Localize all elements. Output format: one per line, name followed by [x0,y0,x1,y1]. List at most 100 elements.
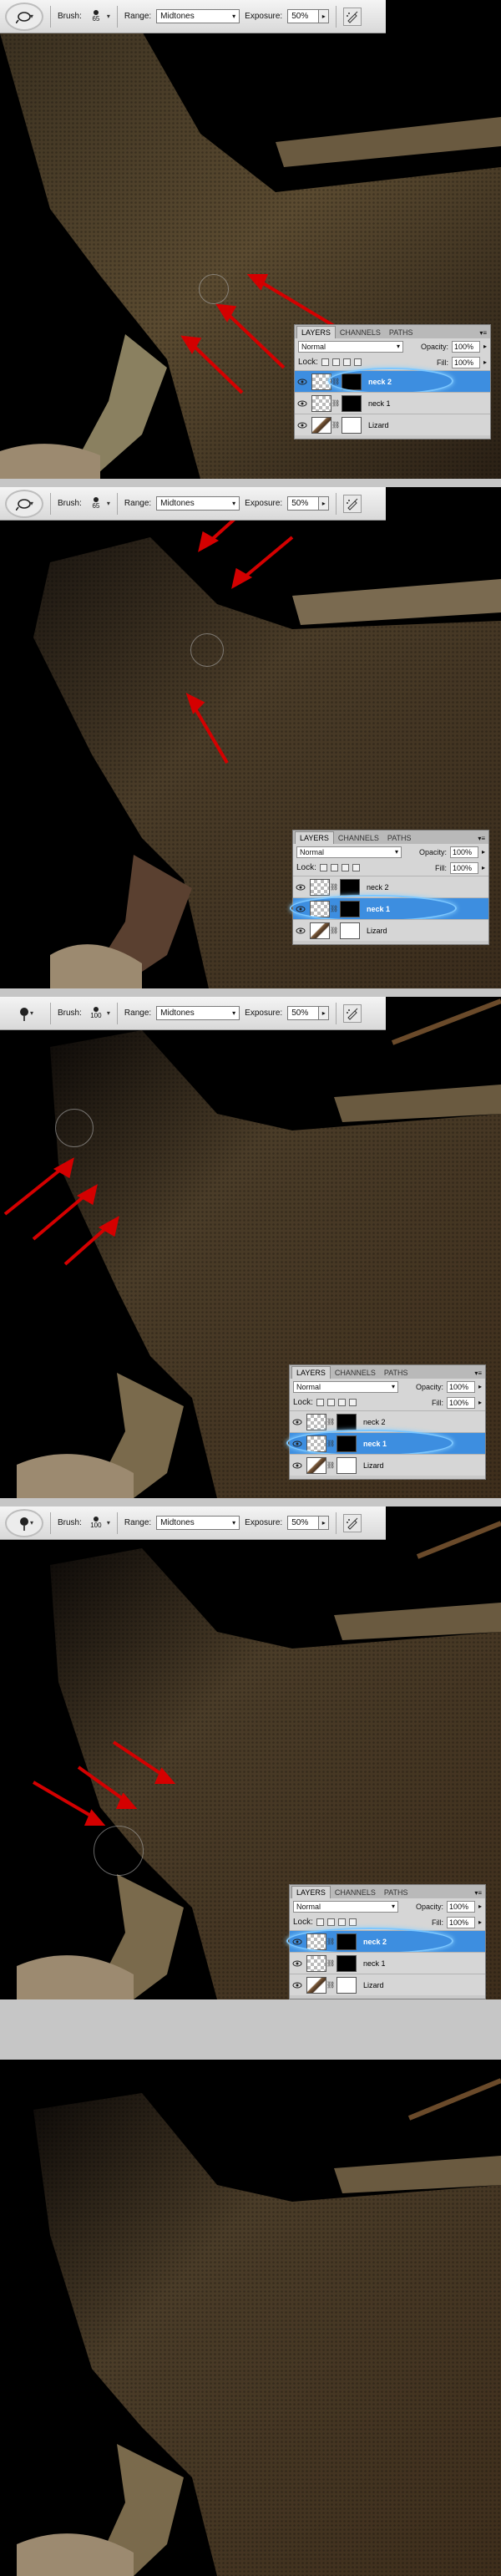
layer-row-lizard[interactable]: ⛓ Lizard [295,414,490,435]
chevron-right-icon[interactable]: ▸ [482,848,485,856]
panel-menu-icon[interactable]: ▾≡ [474,833,488,844]
lock-transparency-icon[interactable] [321,358,329,366]
eye-icon[interactable] [291,1936,303,1948]
chevron-right-icon[interactable]: ▸ [478,1399,482,1406]
fill-input[interactable]: 100% [446,1396,475,1409]
panel-menu-icon[interactable]: ▾≡ [471,1368,485,1379]
tab-channels[interactable]: CHANNELS [331,1367,380,1379]
tab-channels[interactable]: CHANNELS [331,1887,380,1898]
chevron-right-icon[interactable]: ▸ [483,343,487,350]
eye-icon[interactable] [291,1958,303,1969]
tab-channels[interactable]: CHANNELS [334,832,383,844]
tab-layers[interactable]: LAYERS [296,326,336,338]
tab-paths[interactable]: PATHS [380,1367,412,1379]
tab-paths[interactable]: PATHS [383,832,416,844]
airbrush-icon[interactable] [343,1003,362,1023]
eye-icon[interactable] [291,1460,303,1471]
lock-all-icon[interactable] [348,1918,357,1926]
layer-mask-thumbnail[interactable] [342,394,362,412]
chevron-down-icon[interactable]: ▾ [107,13,110,20]
tool-preset-picker[interactable]: ▾ [5,999,43,1028]
layer-mask-thumbnail[interactable] [337,1456,357,1474]
tool-preset-picker[interactable]: ▾ [5,2,43,31]
opacity-input[interactable]: 100% [446,1380,475,1393]
airbrush-icon[interactable] [343,1513,362,1532]
lock-position-icon[interactable] [342,358,351,366]
brush-picker[interactable]: 65 [87,496,105,511]
brush-picker[interactable]: 100 [87,1006,105,1020]
tab-layers[interactable]: LAYERS [291,1886,331,1898]
layer-row-lizard[interactable]: ⛓ Lizard [290,1974,485,1995]
lock-position-icon[interactable] [337,1918,346,1926]
range-select[interactable]: Midtones ▾ [156,496,240,511]
layer-mask-thumbnail[interactable] [340,922,360,939]
layer-row-neck-2[interactable]: ⛓ neck 2 [286,1928,485,1954]
chevron-right-icon[interactable]: ▸ [478,1918,482,1926]
chevron-down-icon[interactable]: ▾ [107,1519,110,1527]
chevron-right-icon[interactable]: ▸ [478,1383,482,1390]
tool-preset-picker[interactable]: ▾ [5,1508,43,1537]
lock-pixels-icon[interactable] [331,358,340,366]
eye-icon[interactable] [291,1979,303,1991]
exposure-input[interactable]: 50% [287,9,320,23]
blend-mode-select[interactable]: Normal ▾ [296,846,402,858]
opacity-input[interactable]: 100% [449,846,478,858]
layer-mask-thumbnail[interactable] [337,1954,357,1972]
eye-icon[interactable] [295,882,306,893]
layer-row-neck-1[interactable]: ⛓ neck 1 [290,895,488,922]
exposure-slider-toggle[interactable]: ▸ [319,496,330,511]
chevron-right-icon[interactable]: ▸ [482,864,485,871]
layer-row-neck-2[interactable]: ⛓ neck 2 [295,368,490,394]
fill-input[interactable]: 100% [446,1916,475,1928]
eye-icon[interactable] [295,903,306,915]
layer-row-neck-2[interactable]: ⛓ neck 2 [293,876,488,897]
airbrush-icon[interactable] [343,7,362,26]
tab-layers[interactable]: LAYERS [291,1366,331,1379]
eye-icon[interactable] [295,925,306,937]
lock-pixels-icon[interactable] [326,1399,335,1406]
lock-position-icon[interactable] [341,864,349,871]
range-select[interactable]: Midtones ▾ [156,1006,240,1020]
exposure-input[interactable]: 50% [287,496,320,511]
layer-mask-thumbnail[interactable] [337,1976,357,1994]
lock-all-icon[interactable] [353,358,362,366]
lock-all-icon[interactable] [348,1399,357,1406]
panel-menu-icon[interactable]: ▾≡ [471,1888,485,1898]
lock-transparency-icon[interactable] [316,1399,324,1406]
layer-mask-thumbnail[interactable] [337,1933,357,1950]
lock-all-icon[interactable] [352,864,360,871]
layer-mask-thumbnail[interactable] [342,416,362,434]
eye-icon[interactable] [296,419,308,431]
fill-input[interactable]: 100% [451,356,480,368]
chevron-down-icon[interactable]: ▾ [107,1009,110,1017]
layer-mask-thumbnail[interactable] [340,878,360,896]
chevron-right-icon[interactable]: ▸ [478,1903,482,1910]
exposure-input[interactable]: 50% [287,1006,320,1020]
tab-paths[interactable]: PATHS [380,1887,412,1898]
lock-position-icon[interactable] [337,1399,346,1406]
eye-icon[interactable] [296,398,308,409]
range-select[interactable]: Midtones ▾ [156,1516,240,1530]
opacity-input[interactable]: 100% [451,340,480,353]
layer-mask-thumbnail[interactable] [342,373,362,390]
layer-row-neck-2[interactable]: ⛓ neck 2 [290,1410,485,1432]
layer-mask-thumbnail[interactable] [337,1413,357,1430]
lock-pixels-icon[interactable] [326,1918,335,1926]
lock-transparency-icon[interactable] [316,1918,324,1926]
layer-row-lizard[interactable]: ⛓ Lizard [293,919,488,941]
tab-channels[interactable]: CHANNELS [336,327,385,338]
tool-preset-picker[interactable]: ▾ [5,489,43,518]
exposure-input[interactable]: 50% [287,1516,320,1530]
lock-transparency-icon[interactable] [319,864,327,871]
tab-layers[interactable]: LAYERS [295,831,334,844]
blend-mode-select[interactable]: Normal ▾ [293,1900,398,1913]
brush-picker[interactable]: 65 [87,9,105,23]
exposure-slider-toggle[interactable]: ▸ [319,1006,330,1020]
chevron-right-icon[interactable]: ▸ [483,358,487,366]
layer-row-neck-1[interactable]: ⛓ neck 1 [295,392,490,414]
airbrush-icon[interactable] [343,494,362,513]
fill-input[interactable]: 100% [449,861,478,874]
brush-picker[interactable]: 100 [87,1516,105,1530]
panel-menu-icon[interactable]: ▾≡ [476,328,490,338]
layer-mask-thumbnail[interactable] [337,1435,357,1452]
